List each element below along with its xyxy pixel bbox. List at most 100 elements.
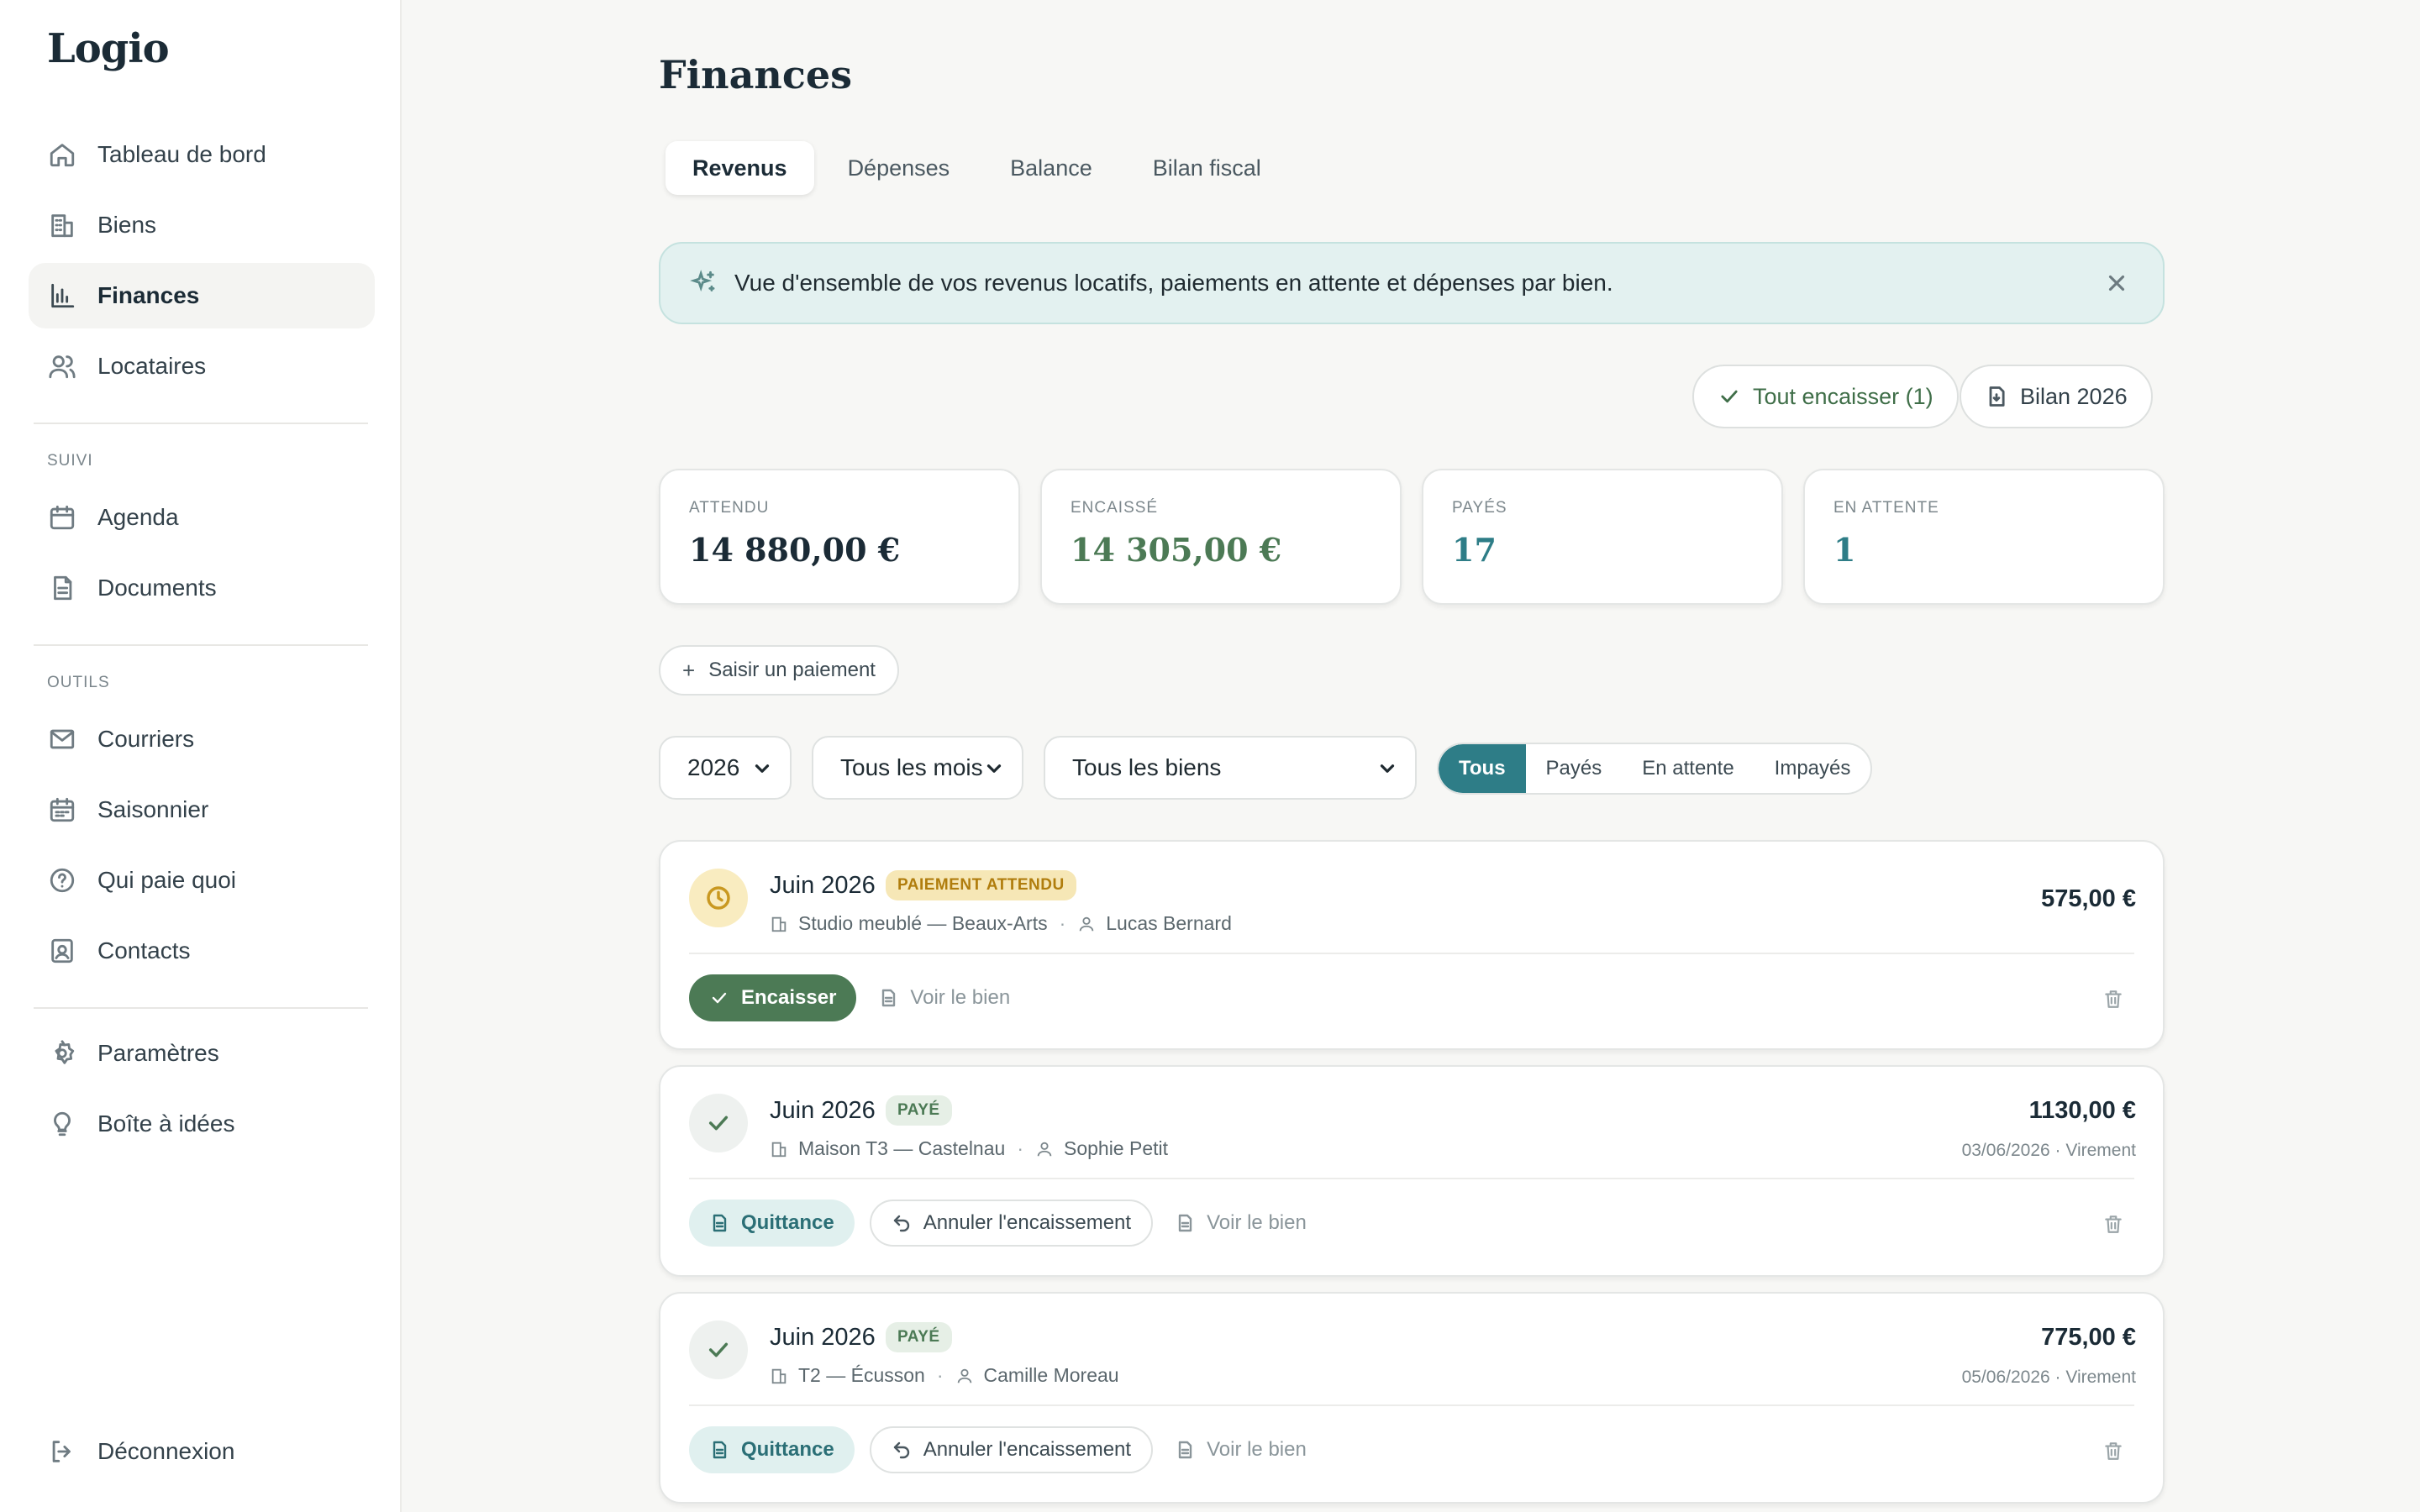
banner-text: Vue d'ensemble de vos revenus locatifs, …: [734, 270, 1613, 296]
view-property-label: Voir le bien: [1207, 1211, 1307, 1234]
document-icon: [47, 573, 77, 603]
calendar-grid-icon: [47, 795, 77, 825]
property-name: T2 — Écusson: [798, 1364, 925, 1386]
sidebar-item-label: Biens: [97, 212, 157, 238]
check-icon: [712, 992, 727, 1004]
property-select[interactable]: Tous les biens: [1044, 736, 1417, 800]
sidebar-item-contacts[interactable]: Contacts: [29, 918, 375, 984]
year-select[interactable]: 2026: [659, 736, 792, 800]
sidebar-item-saisonnier[interactable]: Saisonnier: [29, 777, 375, 843]
card-actions: Quittance Annuler l'encaissement Voir le…: [689, 1426, 1342, 1473]
status-filter-unpaid[interactable]: Impayés: [1754, 744, 1871, 793]
collect-all-button[interactable]: Tout encaisser (1): [1692, 365, 1959, 428]
cancel-collection-button[interactable]: Annuler l'encaissement: [869, 1200, 1154, 1247]
sidebar-item-dashboard[interactable]: Tableau de bord: [29, 122, 375, 187]
status-filter-all[interactable]: Tous: [1439, 744, 1526, 793]
building-icon: [47, 210, 77, 240]
collect-button[interactable]: Encaisser: [689, 974, 857, 1021]
document-icon: [713, 1214, 727, 1232]
stat-card-en-attente: EN ATTENTE 1: [1803, 469, 2165, 605]
year-select-value: 2026: [687, 754, 740, 780]
sidebar-item-label: Boîte à idées: [97, 1110, 235, 1137]
sidebar-item-locataires[interactable]: Locataires: [29, 333, 375, 399]
page-title: Finances: [659, 52, 852, 97]
logout-icon: [47, 1436, 77, 1467]
card-actions: Encaisser Voir le bien: [689, 974, 1045, 1021]
payment-period: Juin 2026: [770, 872, 876, 899]
close-icon[interactable]: [2104, 270, 2129, 296]
chevron-down-icon: [1376, 758, 1398, 780]
sidebar-item-label: Locataires: [97, 353, 207, 379]
check-icon: [1721, 390, 1738, 403]
sidebar-item-parametres[interactable]: Paramètres: [29, 1021, 375, 1086]
add-payment-button[interactable]: + Saisir un paiement: [659, 645, 899, 696]
plus-icon: +: [682, 657, 696, 683]
trash-icon[interactable]: [2102, 1213, 2124, 1235]
tab-bilan-fiscal[interactable]: Bilan fiscal: [1126, 141, 1288, 195]
app-logo[interactable]: Logio: [47, 25, 170, 72]
view-property-link[interactable]: Voir le bien: [871, 974, 1030, 1021]
status-filter-paid[interactable]: Payés: [1526, 744, 1623, 793]
cancel-collection-label: Annuler l'encaissement: [923, 1211, 1132, 1234]
payment-card: Juin 2026 PAYÉ T2 — Écusson · Camille Mo…: [659, 1292, 2165, 1504]
user-icon: [1037, 1142, 1052, 1156]
report-button[interactable]: Bilan 2026: [1960, 365, 2153, 428]
status-filter: Tous Payés En attente Impayés: [1437, 743, 1873, 795]
sidebar-item-finances[interactable]: Finances: [29, 263, 375, 328]
mail-icon: [47, 724, 77, 754]
property-name: Studio meublé — Beaux-Arts: [798, 912, 1048, 934]
check-circle-icon: [689, 1320, 748, 1379]
bar-chart-icon: [47, 281, 77, 311]
sidebar-item-label: Qui paie quoi: [97, 867, 237, 893]
view-property-link[interactable]: Voir le bien: [1168, 1426, 1327, 1473]
sidebar-item-qui-paie-quoi[interactable]: Qui paie quoi: [29, 848, 375, 913]
undo-icon: [893, 1441, 909, 1459]
clock-icon: [689, 869, 748, 927]
sparkle-icon: [689, 269, 718, 297]
stat-value: 14 305,00 €: [1071, 531, 1282, 569]
section-label-outils: OUTILS: [47, 674, 110, 691]
collect-label: Encaisser: [741, 986, 837, 1009]
tab-bar: Revenus Dépenses Balance Bilan fiscal: [666, 141, 1295, 195]
month-select-value: Tous les mois: [840, 754, 983, 780]
status-filter-pending[interactable]: En attente: [1622, 744, 1754, 793]
payment-date-method: 03/06/2026 · Virement: [1961, 1141, 2136, 1160]
receipt-label: Quittance: [741, 1211, 834, 1234]
trash-icon[interactable]: [2102, 988, 2124, 1010]
sidebar-item-boite-a-idees[interactable]: Boîte à idées: [29, 1091, 375, 1157]
sidebar-item-courriers[interactable]: Courriers: [29, 706, 375, 772]
sidebar: Logio Tableau de bord Biens Finances Loc…: [0, 0, 402, 1512]
tab-revenus[interactable]: Revenus: [666, 141, 814, 195]
sidebar-item-label: Paramètres: [97, 1040, 219, 1066]
trash-icon[interactable]: [2102, 1440, 2124, 1462]
cancel-collection-button[interactable]: Annuler l'encaissement: [869, 1426, 1154, 1473]
cancel-collection-label: Annuler l'encaissement: [923, 1438, 1132, 1461]
info-banner: Vue d'ensemble de vos revenus locatifs, …: [659, 242, 2165, 324]
view-property-link[interactable]: Voir le bien: [1168, 1200, 1327, 1247]
tab-balance[interactable]: Balance: [983, 141, 1119, 195]
user-icon: [957, 1368, 971, 1383]
card-divider: [689, 1178, 2134, 1179]
tab-depenses[interactable]: Dépenses: [821, 141, 977, 195]
payment-period: Juin 2026: [770, 1097, 876, 1124]
logout-button[interactable]: Déconnexion: [29, 1419, 375, 1484]
sidebar-item-biens[interactable]: Biens: [29, 192, 375, 258]
calendar-icon: [47, 502, 77, 533]
check-circle-icon: [689, 1094, 748, 1152]
stat-card-attendu: ATTENDU 14 880,00 €: [659, 469, 1020, 605]
sidebar-item-documents[interactable]: Documents: [29, 555, 375, 621]
view-property-label: Voir le bien: [1207, 1438, 1307, 1461]
month-select[interactable]: Tous les mois: [812, 736, 1023, 800]
sidebar-item-label: Saisonnier: [97, 796, 209, 822]
document-icon: [1178, 1441, 1192, 1459]
receipt-button[interactable]: Quittance: [689, 1426, 855, 1473]
stat-value: 14 880,00 €: [689, 531, 901, 569]
stat-label: ENCAISSÉ: [1071, 499, 1159, 517]
tenant-name: Sophie Petit: [1063, 1137, 1169, 1159]
collect-all-label: Tout encaisser (1): [1753, 383, 1933, 409]
property-name: Maison T3 — Castelnau: [798, 1137, 1006, 1159]
receipt-button[interactable]: Quittance: [689, 1200, 855, 1247]
card-divider: [689, 1404, 2134, 1406]
sidebar-divider: [34, 423, 368, 424]
sidebar-item-agenda[interactable]: Agenda: [29, 485, 375, 550]
